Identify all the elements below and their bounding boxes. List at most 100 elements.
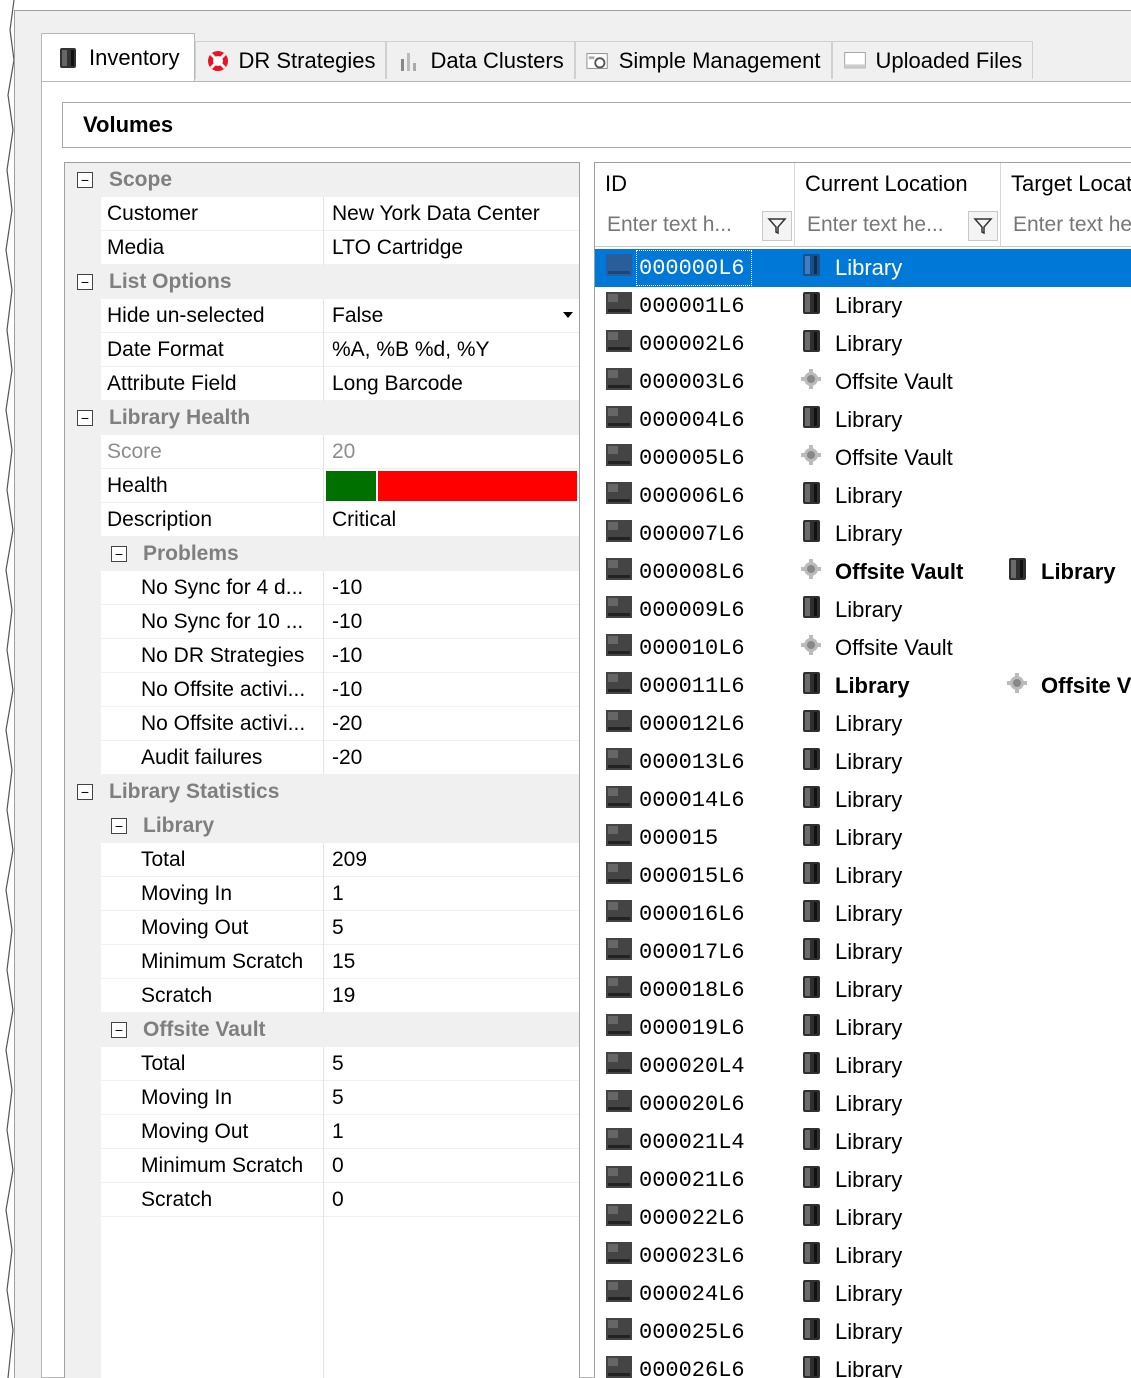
property-row[interactable]: Attribute Field Long Barcode: [65, 367, 579, 401]
cell-current-location: Library: [797, 477, 902, 515]
property-value: -10: [324, 605, 579, 639]
property-row[interactable]: Health: [65, 469, 579, 503]
tab-simple-management[interactable]: Simple Management: [574, 41, 832, 79]
category-row[interactable]: − Library Health: [65, 401, 579, 435]
property-grid[interactable]: − Scope Customer New York Data Center Media L…: [64, 162, 580, 1378]
collapse-icon[interactable]: −: [77, 410, 93, 426]
location-label: Offsite Vault: [835, 635, 953, 660]
property-row[interactable]: No Offsite activi... -10: [65, 673, 579, 707]
column-header-2[interactable]: Target Locati: [1001, 163, 1131, 205]
table-row[interactable]: 000014L6 Library: [595, 781, 1131, 819]
property-row[interactable]: No DR Strategies -10: [65, 639, 579, 673]
table-row[interactable]: 000020L6 Library: [595, 1085, 1131, 1123]
tab-data-clusters[interactable]: Data Clusters: [386, 41, 575, 79]
cell-current-location: Library: [797, 1085, 902, 1123]
table-row[interactable]: 000026L6 Library: [595, 1351, 1131, 1378]
column-header-1[interactable]: Current Location: [795, 163, 1001, 205]
property-row[interactable]: Moving In 5: [65, 1081, 579, 1115]
table-row[interactable]: 000022L6 Library: [595, 1199, 1131, 1237]
table-row[interactable]: 000007L6 Library: [595, 515, 1131, 553]
table-row[interactable]: 000005L6 Offsite Vault: [595, 439, 1131, 477]
cell-id: 000001L6: [605, 287, 751, 325]
property-row[interactable]: Scratch 19: [65, 979, 579, 1013]
property-row[interactable]: Moving In 1: [65, 877, 579, 911]
property-row[interactable]: Media LTO Cartridge: [65, 231, 579, 265]
property-row[interactable]: Date Format %A, %B %d, %Y: [65, 333, 579, 367]
category-row[interactable]: − Library: [65, 809, 579, 843]
table-row[interactable]: 000000L6 Library: [595, 249, 1131, 287]
property-row[interactable]: Total 209: [65, 843, 579, 877]
filter-icon[interactable]: [762, 211, 792, 241]
table-row[interactable]: 000015L6 Library: [595, 857, 1131, 895]
property-row[interactable]: No Sync for 4 d... -10: [65, 571, 579, 605]
category-row[interactable]: − Library Statistics: [65, 775, 579, 809]
table-row[interactable]: 000016L6 Library: [595, 895, 1131, 933]
property-row[interactable]: No Sync for 10 ... -10: [65, 605, 579, 639]
property-row[interactable]: Audit failures -20: [65, 741, 579, 775]
filter-input[interactable]: [795, 205, 967, 245]
table-row[interactable]: 000024L6 Library: [595, 1275, 1131, 1313]
volumes-grid[interactable]: 000000L6 Library 000001L6 Library 000002L6 Li…: [594, 162, 1131, 1378]
property-value: 0: [324, 1149, 579, 1183]
location-label: Library: [835, 407, 903, 432]
volumes-rows: 000000L6 Library 000001L6 Library 000002L6 Li…: [595, 249, 1131, 1378]
collapse-icon[interactable]: −: [77, 784, 93, 800]
property-row[interactable]: Moving Out 1: [65, 1115, 579, 1149]
collapse-icon[interactable]: −: [77, 172, 93, 188]
filter-input[interactable]: [1001, 205, 1131, 245]
tab-inventory[interactable]: Inventory: [41, 33, 195, 81]
property-row[interactable]: Total 5: [65, 1047, 579, 1081]
filter-icon[interactable]: [968, 211, 998, 241]
property-row[interactable]: Moving Out 5: [65, 911, 579, 945]
collapse-icon[interactable]: −: [111, 546, 127, 562]
property-row[interactable]: Minimum Scratch 0: [65, 1149, 579, 1183]
tab-dr-strategies[interactable]: DR Strategies: [194, 41, 387, 79]
table-row[interactable]: 000015 Library: [595, 819, 1131, 857]
property-row[interactable]: Hide un-selected False: [65, 299, 579, 333]
table-row[interactable]: 000019L6 Library: [595, 1009, 1131, 1047]
table-row[interactable]: 000006L6 Library: [595, 477, 1131, 515]
table-row[interactable]: 000009L6 Library: [595, 591, 1131, 629]
table-row[interactable]: 000004L6 Library: [595, 401, 1131, 439]
category-row[interactable]: − Problems: [65, 537, 579, 571]
volume-id: 000005L6: [639, 445, 745, 471]
table-row[interactable]: 000010L6 Offsite Vault: [595, 629, 1131, 667]
table-row[interactable]: 000018L6 Library: [595, 971, 1131, 1009]
column-header-0[interactable]: ID: [595, 163, 795, 205]
table-row[interactable]: 000021L6 Library: [595, 1161, 1131, 1199]
property-row[interactable]: Customer New York Data Center: [65, 197, 579, 231]
table-row[interactable]: 000008L6 Offsite Vault Library: [595, 553, 1131, 591]
volume-id: 000015L6: [639, 863, 745, 889]
table-row[interactable]: 000021L4 Library: [595, 1123, 1131, 1161]
category-row[interactable]: − List Options: [65, 265, 579, 299]
property-row[interactable]: Minimum Scratch 15: [65, 945, 579, 979]
table-row[interactable]: 000002L6 Library: [595, 325, 1131, 363]
filter-input[interactable]: [595, 205, 761, 245]
app-window: Inventory DR Strategies Data Clusters Simpl…: [14, 10, 1131, 1378]
property-row[interactable]: Score 20: [65, 435, 579, 469]
table-row[interactable]: 000001L6 Library: [595, 287, 1131, 325]
table-row[interactable]: 000023L6 Library: [595, 1237, 1131, 1275]
table-row[interactable]: 000011L6 Library Offsite V: [595, 667, 1131, 705]
property-row[interactable]: Scratch 0: [65, 1183, 579, 1217]
table-row[interactable]: 000013L6 Library: [595, 743, 1131, 781]
collapse-icon[interactable]: −: [77, 274, 93, 290]
dropdown-arrow-icon[interactable]: [563, 312, 573, 318]
category-row[interactable]: − Offsite Vault: [65, 1013, 579, 1047]
property-value[interactable]: False: [324, 299, 579, 333]
table-row[interactable]: 000020L4 Library: [595, 1047, 1131, 1085]
tab-uploaded-files[interactable]: Uploaded Files: [831, 41, 1034, 79]
table-row[interactable]: 000012L6 Library: [595, 705, 1131, 743]
table-row[interactable]: 000003L6 Offsite Vault: [595, 363, 1131, 401]
property-row[interactable]: Description Critical: [65, 503, 579, 537]
table-row[interactable]: 000025L6 Library: [595, 1313, 1131, 1351]
collapse-icon[interactable]: −: [111, 818, 127, 834]
property-row[interactable]: No Offsite activi... -20: [65, 707, 579, 741]
category-row[interactable]: − Scope: [65, 163, 579, 197]
location-label: Library: [835, 1015, 903, 1040]
cell-id: 000024L6: [605, 1275, 751, 1313]
cell-current-location: Offsite Vault: [797, 439, 953, 477]
collapse-icon[interactable]: −: [111, 1022, 127, 1038]
volume-id: 000026L6: [639, 1357, 745, 1378]
table-row[interactable]: 000017L6 Library: [595, 933, 1131, 971]
